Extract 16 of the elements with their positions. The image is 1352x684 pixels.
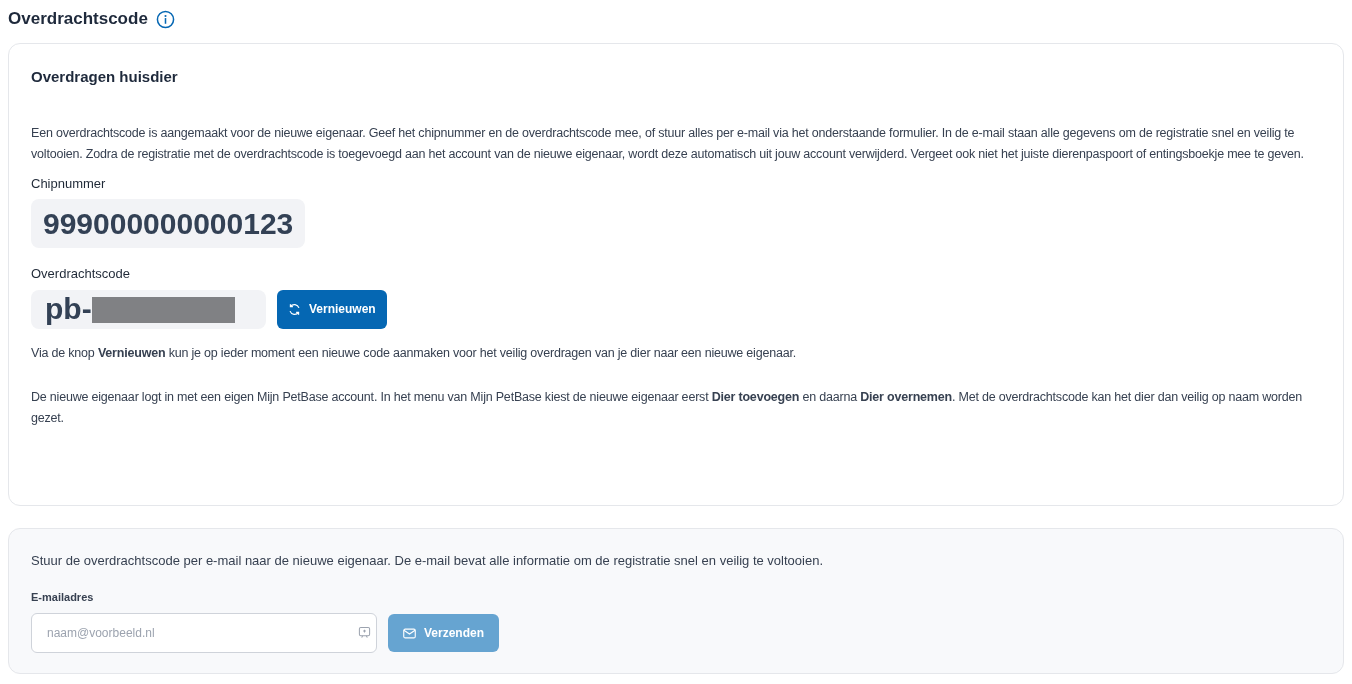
mail-icon [403, 627, 416, 639]
info-paragraph: Via de knop Vernieuwen kun je op ieder moment een nieuwe code aanmaken voor het veilig overdragen van je dier naar een nieuwe eigenaar. [31, 344, 797, 362]
intro-paragraph: Een overdrachtscode is aangemaakt voor de nieuwe eigenaar. Geef het chipnummer en de overdrachtscode mee, of stuur alles per e-mail via het onderstaande formulier. In de e-mail staan alle gegevens om de registratie snel en veilig te voltooien. Zodra de registratie met de overdrachtscode is toegevoegd aan het account van de nieuwe eigenaar, wordt deze automatisch uit jouw account verwijderd. Vergeet ook niet het juiste dierenpaspoort of entingsboekje mee te geven. [31, 124, 1305, 163]
field-label: Overdrachtscode [31, 265, 131, 283]
renew-button[interactable]: Vernieuwen [277, 289, 387, 329]
email-instructions: Stuur de overdrachtscode per e-mail naar de nieuwe eigenaar. De e-mail bevat alle informatie om de registratie snel en veilig te voltooien. [31, 552, 824, 570]
field-label: Chipnummer [31, 174, 107, 193]
field-label: E-mailadres [31, 589, 95, 605]
chip-number: 999000000000123 [31, 199, 306, 248]
page-title: Overdrachtscode [8, 8, 148, 31]
refresh-icon [288, 302, 301, 316]
card-title: Overdragen huisdier [31, 67, 179, 87]
info-paragraph: De nieuwe eigenaar logt in met een eigen Mijn PetBase account. In het menu van Mijn PetBase kiest de nieuwe eigenaar eerst Dier toevoegen en daarna Dier overnemen. Met de overdrachtscode kan het dier dan veilig op naam worden gezet. [31, 388, 1304, 427]
transfer-code: pb- [31, 289, 266, 329]
info-icon[interactable] [155, 9, 175, 29]
email-field[interactable]: naam@voorbeeld.nl [31, 613, 377, 653]
